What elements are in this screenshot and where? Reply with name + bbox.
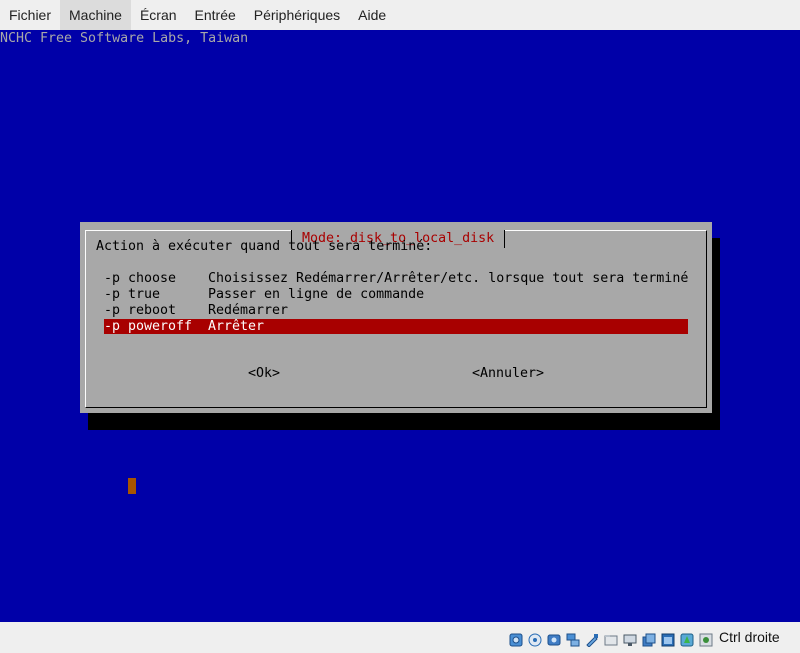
console-banner: NCHC Free Software Labs, Taiwan — [0, 31, 249, 46]
network-icon[interactable] — [566, 633, 580, 647]
statusbar: Ctrl droite — [0, 622, 800, 653]
menu-peripheriques[interactable]: Périphériques — [245, 0, 349, 30]
menu-entree[interactable]: Entrée — [186, 0, 245, 30]
menu-aide[interactable]: Aide — [349, 0, 395, 30]
option-tag: -p reboot — [104, 303, 177, 318]
option-description: Choisissez Redémarrer/Arrêter/etc. lorsq… — [208, 271, 689, 286]
screen-capture-icon[interactable] — [642, 633, 656, 647]
option-poweroff-selected[interactable]: -p poweroff Arrêter — [104, 319, 688, 334]
option-true[interactable]: -p true Passer en ligne de commande — [104, 287, 688, 302]
host-key-label: Ctrl droite — [719, 629, 780, 645]
option-description: Passer en ligne de commande — [208, 287, 425, 302]
option-description: Arrêter — [208, 319, 265, 334]
menu-ecran[interactable]: Écran — [131, 0, 186, 30]
usb-icon[interactable] — [585, 633, 599, 647]
option-choose[interactable]: -p choose Choisissez Redémarrer/Arrêter/e… — [104, 271, 688, 286]
menu-fichier[interactable]: Fichier — [0, 0, 60, 30]
option-tag: -p choose — [104, 271, 177, 286]
display-icon[interactable] — [623, 633, 637, 647]
option-description: Redémarrer — [208, 303, 289, 318]
mouse-integration-icon[interactable] — [680, 633, 694, 647]
option-tag: -p poweroff — [104, 319, 193, 334]
menubar: Fichier Machine Écran Entrée Périphériqu… — [0, 0, 800, 30]
audio-icon[interactable] — [547, 633, 561, 647]
mode-dialog: Mode: disk_to_local_disk Action à exécut… — [80, 222, 712, 413]
recording-icon[interactable] — [699, 633, 713, 647]
hard-disk-icon[interactable] — [509, 633, 523, 647]
optical-drive-icon[interactable] — [528, 633, 542, 647]
cancel-button[interactable]: <Annuler> — [472, 366, 544, 382]
option-reboot[interactable]: -p reboot Redémarrer — [104, 303, 688, 318]
option-tag: -p true — [104, 287, 161, 302]
ok-button[interactable]: <Ok> — [248, 366, 280, 382]
dialog-prompt: Action à exécuter quand tout sera termin… — [96, 239, 433, 254]
text-cursor — [128, 478, 136, 494]
shared-folder-icon[interactable] — [604, 633, 618, 647]
vm-window-icon[interactable] — [661, 633, 675, 647]
vm-console-screen[interactable]: NCHC Free Software Labs, Taiwan Mode: di… — [0, 30, 800, 622]
menu-machine[interactable]: Machine — [60, 0, 131, 30]
